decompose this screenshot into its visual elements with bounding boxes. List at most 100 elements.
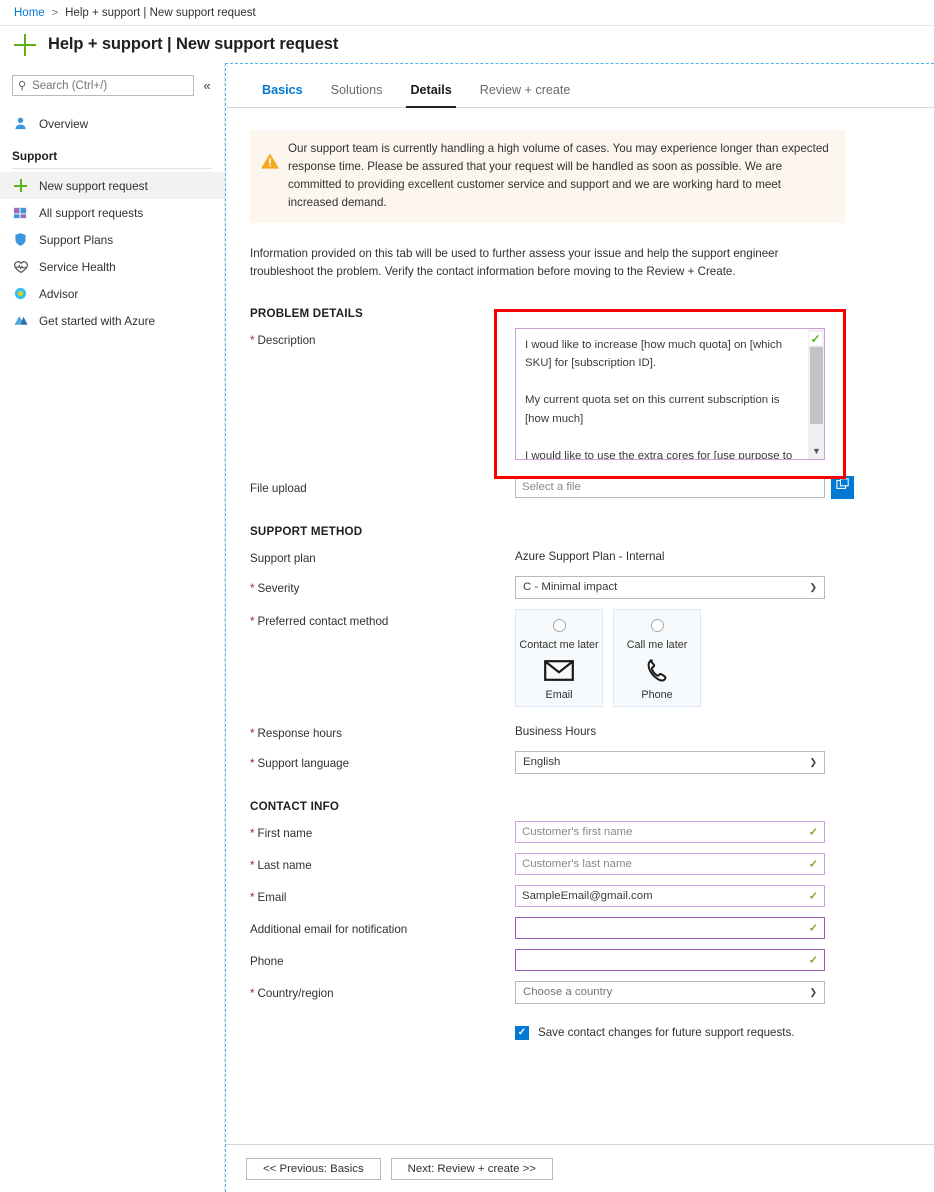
next-review-create-button[interactable]: Next: Review + create >>	[390, 1157, 553, 1180]
save-contact-spacer	[250, 1014, 515, 1019]
file-upload-placeholder: Select a file	[522, 481, 581, 494]
sidebar-item-all-support-requests[interactable]: All support requests	[0, 199, 224, 226]
file-upload-input[interactable]: Select a file	[515, 476, 825, 498]
sidebar-item-label: Get started with Azure	[39, 313, 156, 328]
high-volume-warning-banner: Our support team is currently handling a…	[250, 130, 845, 223]
section-problem-details: PROBLEM DETAILS	[250, 306, 363, 320]
contact-option-bottom-label: Phone	[641, 688, 673, 701]
sidebar-section-divider	[12, 168, 212, 169]
azure-icon	[12, 312, 29, 329]
support-plan-value: Azure Support Plan - Internal	[515, 549, 665, 563]
folder-browse-icon	[835, 478, 850, 496]
first-name-input[interactable]: Customer's first name ✓	[515, 820, 825, 843]
sidebar-item-get-started-with-azure[interactable]: Get started with Azure	[0, 307, 224, 334]
breadcrumb-home-link[interactable]: Home	[14, 7, 45, 19]
contact-option-email[interactable]: Contact me later Email	[515, 608, 603, 707]
response-hours-value: Business Hours	[515, 724, 597, 738]
advisor-icon	[12, 285, 29, 302]
field-row-email: * Email SampleEmail@gmail.com ✓	[250, 884, 910, 907]
search-input[interactable]: ⚲ Search (Ctrl+/)	[12, 75, 194, 96]
required-asterisk: *	[250, 986, 255, 1000]
description-text: I woud like to increase [how much quota]…	[525, 338, 793, 459]
phone-input[interactable]: ✓	[515, 948, 825, 971]
tab-review-create[interactable]: Review + create	[466, 83, 585, 107]
country-select[interactable]: Choose a country ❯	[515, 980, 825, 1004]
breadcrumb-separator: >	[51, 6, 59, 19]
field-row-phone: Phone ✓	[250, 948, 910, 971]
warning-icon	[260, 151, 280, 171]
field-row-support-plan: Support plan Azure Support Plan - Intern…	[250, 546, 910, 566]
valid-check-icon: ✓	[808, 954, 818, 967]
valid-check-icon: ✓	[808, 858, 818, 871]
file-browse-button[interactable]	[831, 475, 854, 499]
field-row-severity: * Severity C - Minimal impact ❯	[250, 575, 910, 599]
file-upload-label: File upload	[250, 481, 307, 495]
check-icon: ✓	[517, 1026, 527, 1038]
envelope-icon	[544, 659, 574, 683]
sidebar-item-service-health[interactable]: Service Health	[0, 253, 224, 280]
shield-icon	[12, 231, 29, 248]
required-asterisk: *	[250, 333, 255, 347]
additional-email-input[interactable]: ✓	[515, 916, 825, 939]
tab-basics[interactable]: Basics	[248, 83, 317, 107]
additional-email-label: Additional email for notification	[250, 922, 408, 936]
sidebar-item-label: All support requests	[39, 205, 144, 220]
collapse-sidebar-button[interactable]: «	[198, 78, 216, 93]
sidebar-item-label: Support Plans	[39, 232, 114, 247]
last-name-input[interactable]: Customer's last name ✓	[515, 852, 825, 875]
severity-select[interactable]: C - Minimal impact ❯	[515, 575, 825, 599]
sidebar-item-support-plans[interactable]: Support Plans	[0, 226, 224, 253]
last-name-label: * Last name	[250, 858, 312, 872]
field-row-response-hours: * Response hours Business Hours	[250, 721, 910, 741]
valid-check-icon: ✓	[808, 826, 818, 839]
contact-option-bottom-label: Email	[545, 688, 573, 701]
description-textarea[interactable]: I woud like to increase [how much quota]…	[515, 327, 825, 460]
validation-check-icon: ✓	[809, 331, 822, 346]
save-contact-checkbox[interactable]: ✓	[515, 1025, 529, 1040]
page-title: Help + support | New support request	[48, 35, 339, 53]
breadcrumb: Home > Help + support | New support requ…	[0, 0, 934, 26]
required-asterisk: *	[250, 614, 255, 628]
save-contact-label: Save contact changes for future support …	[538, 1026, 795, 1040]
field-row-preferred-contact-method: * Preferred contact method Contact me lat…	[250, 608, 910, 707]
scroll-down-icon[interactable]: ▼	[809, 446, 824, 456]
phone-icon	[644, 659, 670, 683]
wizard-footer: << Previous: Basics Next: Review + creat…	[226, 1144, 934, 1192]
required-asterisk: *	[250, 890, 255, 904]
field-row-support-language: * Support language English ❯	[250, 750, 910, 774]
radio-icon[interactable]	[650, 618, 664, 632]
search-placeholder: Search (Ctrl+/)	[32, 79, 108, 92]
sidebar-item-label: New support request	[39, 178, 148, 193]
sidebar-search-row: ⚲ Search (Ctrl+/) «	[0, 75, 224, 96]
last-name-value: Customer's last name	[522, 857, 632, 870]
description-scrollbar[interactable]: ▼	[808, 328, 824, 459]
sidebar-item-overview[interactable]: Overview	[0, 110, 224, 137]
email-label: * Email	[250, 890, 287, 904]
scrollbar-thumb[interactable]	[810, 346, 823, 424]
requests-icon	[12, 204, 29, 221]
sidebar-item-label: Overview	[39, 116, 89, 131]
phone-label: Phone	[250, 954, 284, 968]
field-row-last-name: * Last name Customer's last name ✓	[250, 852, 910, 875]
previous-basics-button[interactable]: << Previous: Basics	[246, 1157, 381, 1180]
email-input[interactable]: SampleEmail@gmail.com ✓	[515, 884, 825, 907]
plus-icon	[14, 33, 36, 56]
chevron-down-icon: ❯	[809, 756, 817, 767]
sidebar-item-new-support-request[interactable]: New support request	[0, 172, 224, 199]
tab-solutions[interactable]: Solutions	[317, 83, 397, 107]
tab-details[interactable]: Details	[396, 83, 465, 108]
contact-option-top-label: Contact me later	[519, 638, 599, 651]
chevron-down-icon: ❯	[809, 581, 817, 592]
response-hours-label: * Response hours	[250, 726, 342, 740]
breadcrumb-current: Help + support | New support request	[65, 6, 256, 19]
country-value: Choose a country	[523, 986, 613, 999]
plus-icon	[12, 177, 29, 194]
section-support-method: SUPPORT METHOD	[250, 524, 363, 538]
radio-icon[interactable]	[552, 618, 566, 632]
severity-label: * Severity	[250, 581, 300, 595]
contact-option-phone[interactable]: Call me later Phone	[613, 608, 701, 707]
content-pane: Basics Solutions Details Review + create…	[225, 63, 934, 1192]
support-language-select[interactable]: English ❯	[515, 750, 825, 774]
preferred-contact-method-label: * Preferred contact method	[250, 614, 389, 628]
sidebar-item-advisor[interactable]: Advisor	[0, 280, 224, 307]
